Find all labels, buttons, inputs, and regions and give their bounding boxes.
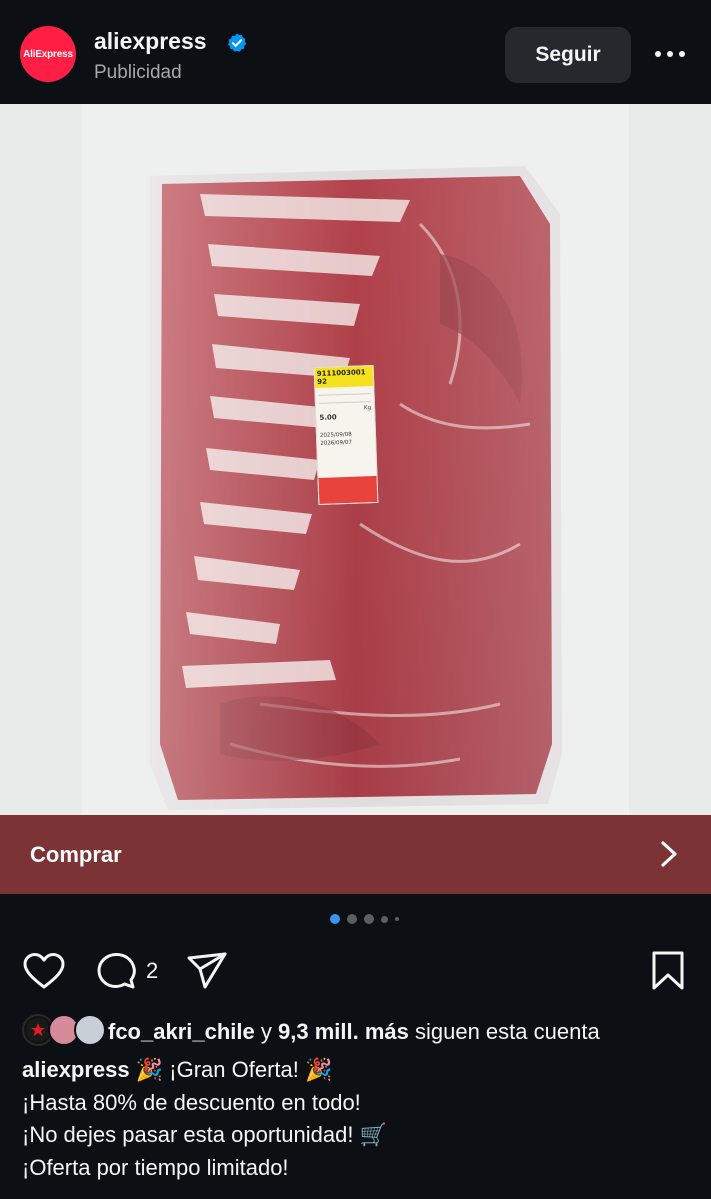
comment-icon[interactable] (96, 951, 138, 991)
label-date: 2026/09/07 (320, 439, 353, 447)
post-caption: aliexpress 🎉 ¡Gran Oferta! 🎉 ¡Hasta 80% … (22, 1054, 387, 1184)
followers-count: 9,3 mill. más (278, 1019, 409, 1044)
caption-text: 🎉 ¡Gran Oferta! 🎉 (135, 1057, 333, 1082)
label-rule (318, 388, 371, 396)
chevron-right-icon[interactable] (656, 840, 682, 868)
label-body: Kg 5.00 2025/09/08 2026/09/07 (315, 386, 375, 450)
follower-username[interactable]: fco_akri_chile (108, 1019, 255, 1044)
label-header: 9111003001 92 (314, 366, 374, 389)
label-rule (318, 396, 371, 404)
followers-connector: y (260, 1019, 272, 1044)
follower-avatar (74, 1014, 106, 1046)
caption-line: ¡Oferta por tiempo limitado! (22, 1154, 289, 1180)
more-dot (679, 51, 685, 57)
avatar-logo-text: AliExpress (23, 48, 73, 60)
account-avatar[interactable]: AliExpress (20, 26, 76, 82)
heart-icon[interactable] (22, 952, 66, 990)
shop-button-label: Comprar (30, 842, 122, 867)
carousel-dot (364, 914, 374, 924)
carousel-dot (395, 917, 399, 921)
send-icon[interactable] (186, 951, 228, 991)
carousel-dot-active (330, 914, 340, 924)
carousel-dot (381, 915, 388, 923)
follow-button[interactable]: Seguir (505, 27, 631, 83)
followers-summary[interactable]: fco_akri_chile y 9,3 mill. más siguen es… (108, 1019, 600, 1045)
caption-line: ¡Hasta 80% de descuento en todo! (22, 1089, 361, 1115)
comment-count[interactable]: 2 (146, 958, 158, 984)
followers-suffix: siguen esta cuenta (414, 1019, 600, 1044)
product-label: 9111003001 92 Kg 5.00 2025/09/08 2026/09… (313, 364, 379, 506)
post-header: AliExpress aliexpress Publicidad Seguir (0, 0, 711, 104)
caption-account[interactable]: aliexpress (22, 1057, 130, 1082)
caption-line: ¡No dejes pasar esta oportunidad! 🛒 (22, 1122, 387, 1147)
more-dot (655, 51, 661, 57)
caption-line: aliexpress 🎉 ¡Gran Oferta! 🎉 (22, 1054, 387, 1087)
more-options-icon[interactable] (652, 44, 688, 64)
shop-cta-bar[interactable]: Comprar (0, 815, 711, 894)
bookmark-icon[interactable] (650, 950, 686, 992)
carousel-dot (347, 914, 357, 924)
more-dot (667, 51, 673, 57)
verified-badge-icon (227, 33, 247, 52)
post-media[interactable]: 9111003001 92 Kg 5.00 2025/09/08 2026/09… (0, 104, 711, 815)
label-footer (318, 475, 379, 504)
account-name[interactable]: aliexpress (94, 28, 207, 55)
carousel-indicator (330, 914, 399, 924)
label-weight: 5.00 (319, 413, 337, 422)
sponsored-label: Publicidad (94, 62, 182, 83)
